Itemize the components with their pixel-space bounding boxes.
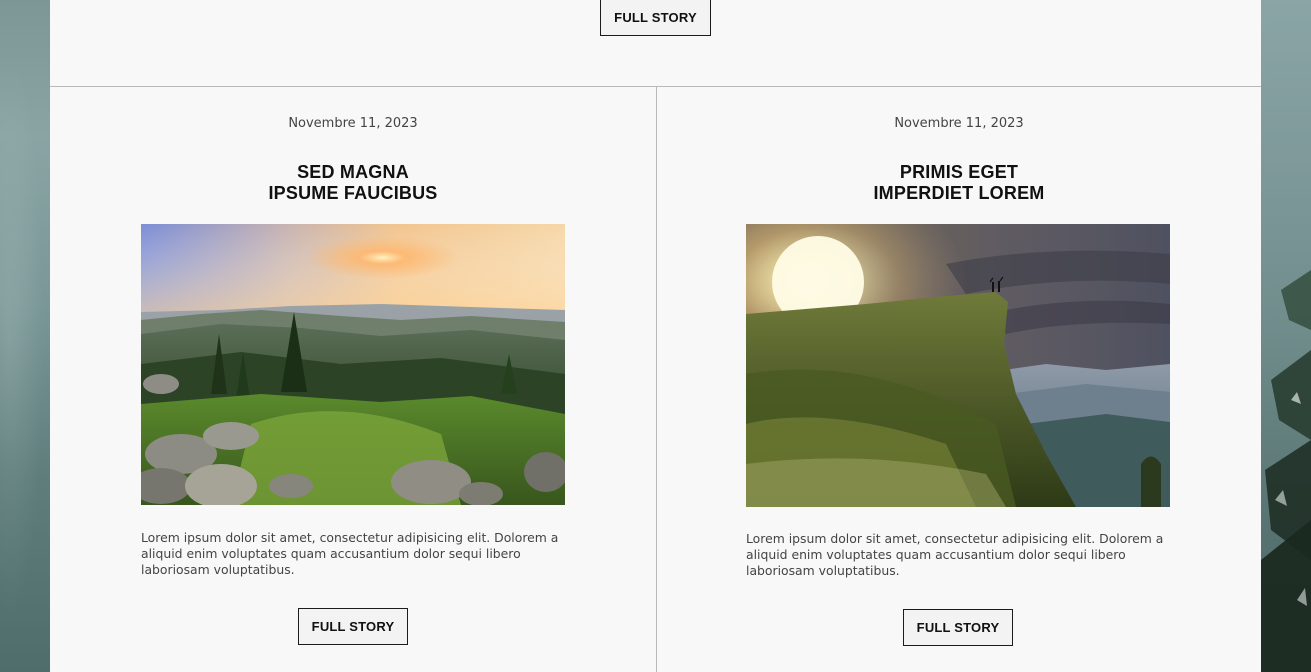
post-card: Novembre 11, 2023 SED MAGNA IPSUME FAUCI… — [50, 87, 656, 672]
post-title-line: PRIMIS EGET — [899, 162, 1019, 182]
blog-panel: FULL STORY Novembre 11, 2023 SED MAGNA I… — [50, 0, 1261, 672]
post-image[interactable] — [746, 224, 1170, 507]
full-story-button[interactable]: FULL STORY — [903, 609, 1013, 646]
post-image[interactable] — [141, 224, 565, 505]
post-date: Novembre 11, 2023 — [288, 116, 418, 131]
post-card: Novembre 11, 2023 PRIMIS EGET IMPERDIET … — [657, 87, 1261, 672]
full-story-button[interactable]: FULL STORY — [298, 608, 408, 645]
cliff-hikers-sunrise-icon — [746, 224, 1170, 507]
mountain-sunset-landscape-icon — [141, 224, 565, 505]
background-right — [1261, 0, 1311, 672]
post-excerpt: Lorem ipsum dolor sit amet, consectetur … — [746, 531, 1164, 578]
pine-tree-icon — [1261, 270, 1311, 672]
post-title-line: SED MAGNA — [297, 162, 409, 182]
post-date: Novembre 11, 2023 — [894, 116, 1024, 131]
post-excerpt: Lorem ipsum dolor sit amet, consectetur … — [141, 530, 559, 577]
post-title[interactable]: PRIMIS EGET IMPERDIET LOREM — [657, 162, 1261, 204]
full-story-button[interactable]: FULL STORY — [600, 0, 711, 36]
background-left — [0, 0, 50, 672]
post-title-line: IMPERDIET LOREM — [873, 183, 1045, 203]
post-title-line: IPSUME FAUCIBUS — [268, 183, 438, 203]
previous-post-footer: FULL STORY — [50, 0, 1261, 86]
post-title[interactable]: SED MAGNA IPSUME FAUCIBUS — [50, 162, 656, 204]
